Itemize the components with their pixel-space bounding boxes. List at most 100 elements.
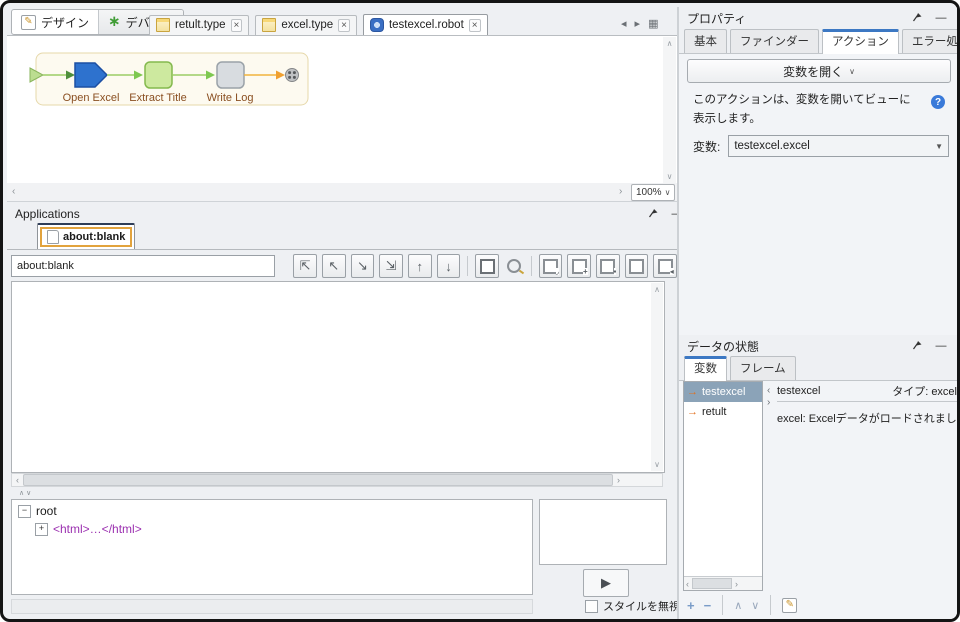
new-window-icon[interactable]: ◞ — [539, 254, 563, 278]
add-window-icon[interactable]: + — [567, 254, 591, 278]
type-file-icon — [156, 18, 170, 32]
variable-item-retult[interactable]: → retult — [684, 402, 762, 422]
add-variable-icon[interactable]: + — [687, 599, 695, 612]
search-icon[interactable] — [504, 259, 524, 273]
variable-detail-type: タイプ: excel — [892, 383, 957, 399]
dom-tree-panel[interactable]: − root + <html>…</html> — [11, 499, 533, 595]
scroll-up-icon[interactable]: ∧ — [663, 39, 676, 48]
inspect-window-icon[interactable]: ◂ — [653, 254, 677, 278]
app-window: ✎ デザイン ∗ デバッグ retult.type × excel.type ×… — [0, 0, 960, 622]
chevron-down-icon: ∨ — [849, 67, 855, 76]
data-state-toolbar: + − ∧ ∨ ✎ — [687, 595, 797, 615]
splitter-down-icon[interactable]: ∨ — [26, 490, 31, 497]
checkbox-icon[interactable] — [585, 600, 598, 613]
tab-error-handling[interactable]: エラー処理 — [902, 29, 960, 53]
variable-detail: testexcel タイプ: excel excel: Excelデータがロード… — [777, 381, 957, 426]
tree-node-html[interactable]: + <html>…</html> — [18, 522, 526, 536]
close-icon[interactable]: × — [231, 19, 243, 32]
move-down-icon[interactable]: ∨ — [751, 599, 759, 612]
tab-action[interactable]: アクション — [822, 29, 899, 54]
window-stack-icon[interactable] — [625, 254, 649, 278]
robot-flow-canvas[interactable]: Open Excel Extract Title Write Log ∧ ∨ — [7, 35, 677, 184]
splitter-up-icon[interactable]: ∧ — [19, 490, 24, 497]
scroll-up-icon[interactable]: ∧ — [651, 285, 663, 294]
properties-panel-title: プロパティ — [687, 10, 746, 27]
action-description: このアクションは、変数を開いてビューに表示します。 — [693, 91, 917, 129]
float-panel-icon[interactable] — [909, 340, 925, 353]
move-up-icon[interactable]: ∧ — [734, 599, 742, 612]
scroll-left-icon[interactable]: ‹ — [12, 186, 15, 197]
scroll-right-icon[interactable]: › — [617, 475, 620, 485]
tab-retult-type[interactable]: retult.type × — [149, 15, 249, 36]
close-window-icon[interactable]: ▪ — [596, 254, 620, 278]
tab-next-icon[interactable]: ▸ — [635, 17, 641, 30]
canvas-vertical-scrollbar[interactable]: ∧ ∨ — [663, 37, 676, 183]
flow-step-label: Extract Title — [129, 92, 186, 104]
run-step-button[interactable]: ▶ — [583, 569, 629, 597]
open-variable-button[interactable]: 変数を開く ∨ — [687, 59, 951, 83]
expand-icon[interactable]: + — [35, 523, 48, 536]
tab-variables[interactable]: 変数 — [684, 356, 727, 381]
tab-list-icon[interactable]: ▦ — [648, 17, 658, 30]
flow-step-extract-title — [145, 62, 172, 88]
scroll-right-icon[interactable]: › — [735, 579, 738, 589]
tab-basic[interactable]: 基本 — [684, 29, 727, 53]
tab-label: excel.type — [281, 19, 333, 31]
nav-back-icon[interactable]: ↖ — [322, 254, 346, 278]
canvas-horizontal-scrollbar[interactable]: ‹ › 100% ∨ — [7, 183, 677, 202]
scroll-left-icon[interactable]: ‹ — [16, 475, 19, 485]
tree-node-root[interactable]: − root — [18, 504, 526, 518]
nav-forward-to-end-icon[interactable]: ⇲ — [379, 254, 403, 278]
variable-item-testexcel[interactable]: → testexcel — [684, 382, 762, 402]
variable-select-value: testexcel.excel — [734, 140, 809, 152]
tab-about-blank[interactable]: about:blank — [37, 223, 135, 249]
nav-down-icon[interactable]: ↓ — [437, 254, 461, 278]
address-input[interactable] — [11, 255, 275, 277]
float-panel-icon[interactable] — [645, 208, 661, 221]
nav-forward-icon[interactable]: ↘ — [351, 254, 375, 278]
collapse-right-icon[interactable]: › — [767, 397, 770, 409]
minimize-panel-icon[interactable]: — — [933, 340, 949, 352]
play-icon: ▶ — [601, 575, 611, 591]
edit-variable-icon[interactable]: ✎ — [782, 598, 797, 613]
collapse-left-icon[interactable]: ‹ — [767, 385, 770, 397]
tab-frames[interactable]: フレーム — [730, 356, 796, 380]
close-icon[interactable]: × — [338, 19, 350, 32]
design-mode-button[interactable]: ✎ デザイン — [12, 10, 98, 34]
scrollbar-thumb[interactable] — [23, 474, 613, 486]
browser-view[interactable]: ∧ ∨ — [11, 281, 665, 473]
tab-excel-type[interactable]: excel.type × — [255, 15, 357, 36]
scrollbar-thumb[interactable] — [692, 578, 732, 589]
tab-testexcel-robot[interactable]: testexcel.robot × — [363, 14, 488, 36]
help-icon[interactable]: ? — [931, 95, 945, 109]
flow-diagram: Open Excel Extract Title Write Log — [28, 52, 320, 112]
remove-variable-icon[interactable]: − — [704, 599, 712, 612]
applications-tab-strip: about:blank — [7, 223, 677, 250]
status-strip — [11, 599, 533, 614]
ignore-styles-checkbox[interactable]: スタイルを無視 — [585, 598, 680, 614]
tab-prev-icon[interactable]: ◂ — [621, 17, 627, 30]
variable-select[interactable]: testexcel.excel ▼ — [728, 135, 949, 157]
nav-back-to-start-icon[interactable]: ⇱ — [293, 254, 317, 278]
collapse-icon[interactable]: − — [18, 505, 31, 518]
scroll-left-icon[interactable]: ‹ — [686, 579, 689, 589]
close-icon[interactable]: × — [469, 19, 481, 32]
scroll-down-icon[interactable]: ∨ — [651, 460, 663, 469]
tree-root-label: root — [36, 504, 57, 518]
scroll-down-icon[interactable]: ∨ — [663, 172, 676, 181]
variable-list[interactable]: → testexcel → retult ‹ › — [683, 381, 763, 591]
browser-horizontal-scrollbar[interactable]: ‹ › — [11, 473, 663, 487]
debug-icon: ∗ — [108, 16, 121, 28]
scroll-right-icon[interactable]: › — [619, 186, 622, 197]
nav-up-icon[interactable]: ↑ — [408, 254, 432, 278]
panel-splitter[interactable]: ∧ ∨ — [7, 489, 677, 498]
browser-vertical-scrollbar[interactable]: ∧ ∨ — [651, 283, 663, 471]
variable-list-scrollbar[interactable]: ‹ › — [684, 576, 762, 590]
float-panel-icon[interactable] — [909, 12, 925, 25]
tab-label: testexcel.robot — [389, 19, 464, 31]
zoom-level-dropdown[interactable]: 100% ∨ — [631, 184, 675, 201]
minimize-panel-icon[interactable]: — — [933, 12, 949, 24]
page-source-icon[interactable] — [475, 254, 499, 278]
variable-arrow-icon: → — [687, 406, 698, 418]
tab-finder[interactable]: ファインダー — [730, 29, 819, 53]
